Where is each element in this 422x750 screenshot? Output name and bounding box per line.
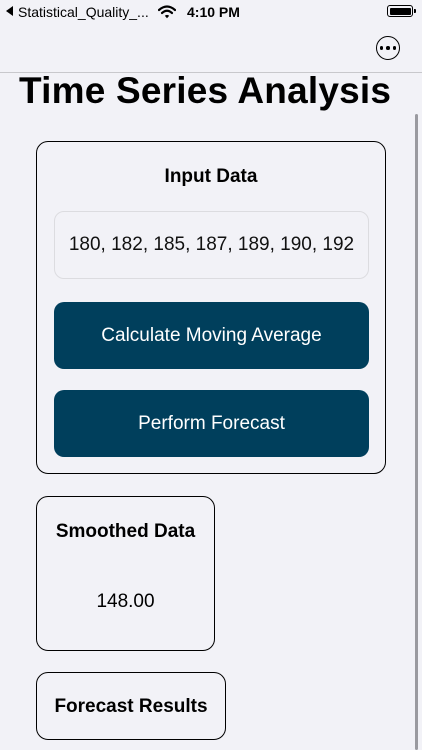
forecast-results-title: Forecast Results bbox=[54, 696, 208, 717]
page-title: Time Series Analysis bbox=[19, 70, 392, 111]
back-arrow-icon[interactable] bbox=[6, 6, 13, 16]
more-ellipsis-icon[interactable] bbox=[376, 36, 400, 60]
smoothed-data-title: Smoothed Data bbox=[55, 521, 196, 542]
smoothed-data-value: 148.00 bbox=[96, 591, 155, 612]
calculate-moving-average-button[interactable]: Calculate Moving Average bbox=[54, 302, 369, 369]
battery-icon bbox=[387, 5, 416, 17]
status-bar: Statistical_Quality_... 4:10 PM bbox=[0, 0, 422, 26]
forecast-results-card: Forecast Results bbox=[36, 672, 226, 740]
smoothed-data-card: Smoothed Data 148.00 bbox=[36, 496, 215, 651]
input-data-title: Input Data bbox=[164, 166, 258, 187]
data-input-field[interactable]: 180, 182, 185, 187, 189, 190, 192 bbox=[54, 211, 369, 279]
perform-forecast-button[interactable]: Perform Forecast bbox=[54, 390, 369, 457]
back-to-app-label[interactable]: Statistical_Quality_... bbox=[18, 4, 149, 20]
input-data-card: Input Data 180, 182, 185, 187, 189, 190,… bbox=[36, 141, 386, 474]
scroll-indicator[interactable] bbox=[415, 114, 418, 750]
wifi-icon bbox=[158, 5, 176, 19]
navigation-bar bbox=[0, 26, 422, 73]
status-time: 4:10 PM bbox=[187, 4, 240, 20]
